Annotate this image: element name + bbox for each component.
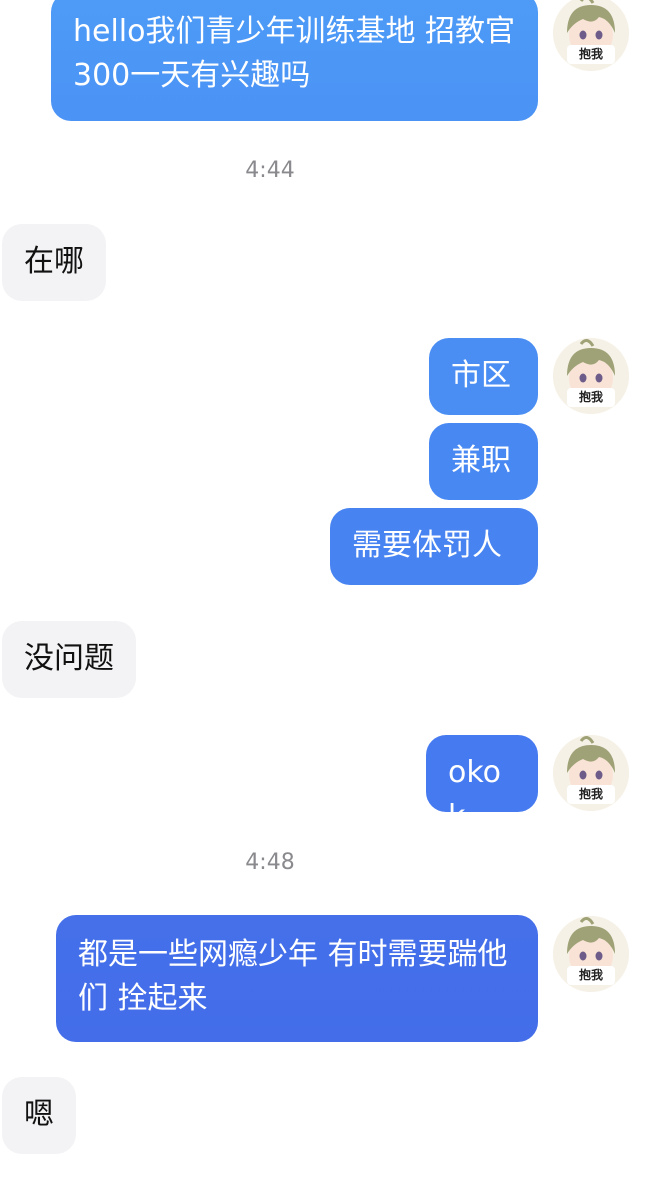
sent-message-bubble[interactable]: hello我们青少年训练基地 招教官 300一天有兴趣吗	[51, 0, 538, 121]
sent-message-bubble[interactable]: 都是一些网瘾少年 有时需要踹他们 拴起来	[56, 915, 538, 1042]
avatar-badge: 抱我	[567, 785, 615, 804]
received-message-bubble[interactable]: 没问题	[2, 621, 136, 698]
sent-message-bubble[interactable]: 兼职	[429, 423, 538, 500]
sent-message-bubble[interactable]: okok	[426, 735, 538, 834]
avatar[interactable]: 抱我	[553, 916, 629, 992]
avatar-badge: 抱我	[567, 45, 615, 64]
avatar[interactable]: 抱我	[553, 338, 629, 414]
received-message-bubble[interactable]: 嗯	[2, 1077, 76, 1154]
timestamp: 4:48	[245, 850, 295, 875]
sent-message-bubble[interactable]: 需要体罚人	[330, 508, 538, 585]
avatar[interactable]: 抱我	[553, 0, 629, 71]
sent-message-bubble[interactable]: 市区	[429, 338, 538, 415]
avatar-badge: 抱我	[567, 966, 615, 985]
avatar-badge: 抱我	[567, 388, 615, 407]
avatar[interactable]: 抱我	[553, 735, 629, 811]
timestamp: 4:44	[245, 158, 295, 183]
received-message-bubble[interactable]: 在哪	[2, 224, 106, 301]
